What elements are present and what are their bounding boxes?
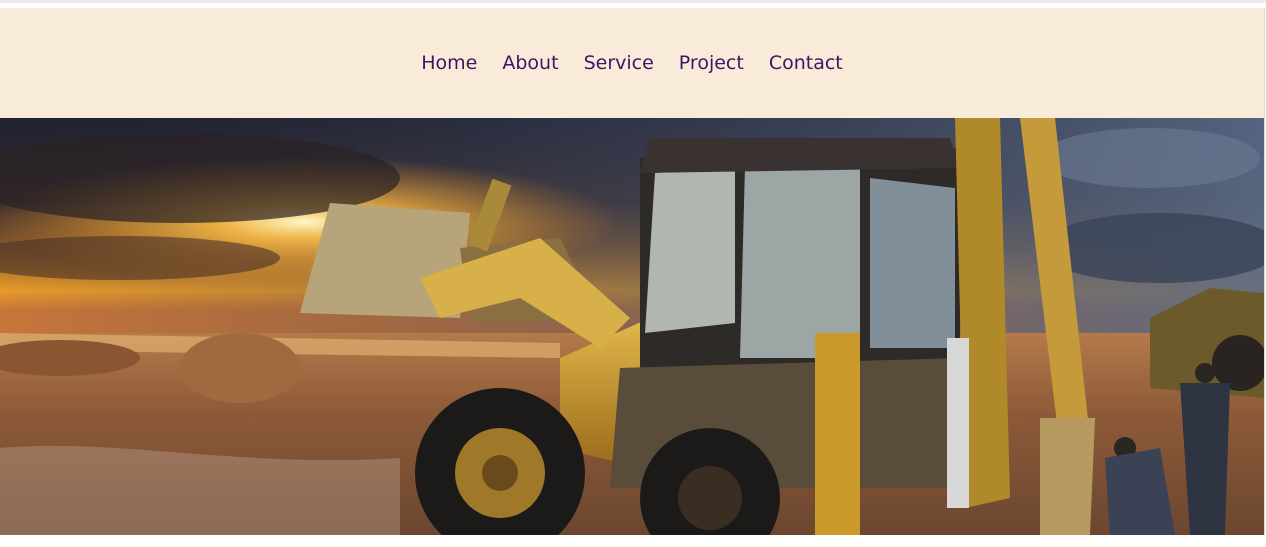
hero-banner-image — [0, 118, 1264, 535]
nav-link-contact[interactable]: Contact — [769, 52, 843, 74]
nav-menu: Home About Service Project Contact — [421, 51, 842, 75]
nav-link-service[interactable]: Service — [584, 52, 654, 74]
top-strip — [0, 0, 1266, 8]
bottom-strip — [0, 535, 1266, 547]
nav-link-home[interactable]: Home — [421, 52, 477, 74]
navbar: Home About Service Project Contact — [0, 8, 1264, 118]
nav-link-project[interactable]: Project — [679, 52, 744, 74]
nav-link-about[interactable]: About — [502, 52, 558, 74]
